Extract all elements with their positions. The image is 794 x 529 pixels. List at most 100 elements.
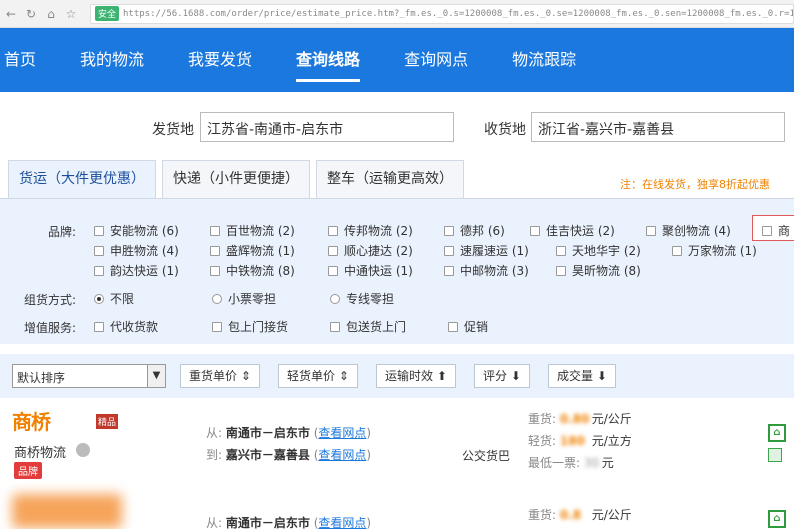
carrier-logo[interactable]: 商桥 精品 — [12, 406, 122, 436]
star-icon[interactable]: ☆ — [64, 7, 78, 21]
sort-volume-button[interactable]: 成交量 ⬇ — [548, 364, 616, 388]
checkbox-icon — [94, 321, 104, 332]
checkbox-icon — [328, 245, 338, 256]
result-row: 商桥 精品 商桥物流 品牌 从: 南通市－启东市 (查看网点) 到: 嘉兴市－嘉… — [0, 398, 794, 490]
destination-input[interactable]: 浙江省-嘉兴市-嘉善县 — [531, 112, 785, 142]
radio-icon — [330, 293, 340, 304]
brand-checkbox[interactable]: 韵达快运 (1) — [94, 262, 179, 279]
min-price: 30 — [583, 456, 600, 470]
view-outlets-link[interactable]: 查看网点 — [318, 516, 366, 529]
nav-item-home[interactable]: 首页 — [0, 28, 58, 92]
brand-checkbox[interactable]: 中邮物流 (3) — [444, 262, 529, 279]
price-block: 重货: 0.8 元/公斤 — [528, 504, 632, 526]
origin-input[interactable]: 江苏省-南通市-启东市 — [200, 112, 454, 142]
brand-checkbox[interactable]: 昊昕物流 (8) — [556, 262, 641, 279]
checkbox-icon — [556, 245, 566, 256]
mode-radio-line[interactable]: 专线零担 — [330, 290, 394, 307]
tab-express[interactable]: 快递（小件更便捷） — [162, 160, 310, 198]
service-checkbox-promo[interactable]: 促销 — [448, 318, 488, 335]
carrier-logo[interactable] — [12, 494, 122, 528]
brand-checkbox[interactable]: 盛辉物流 (1) — [210, 242, 295, 259]
service-checkbox-cod[interactable]: 代收货款 — [94, 318, 158, 335]
address-bar[interactable]: 安全 https://56.1688.com/order/price/estim… — [90, 3, 794, 24]
brand-checkbox[interactable]: 佳吉快运 (2) — [530, 222, 615, 239]
brand-checkbox[interactable]: 安能物流 (6) — [94, 222, 179, 239]
service-checkbox-delivery[interactable]: 包送货上门 — [330, 318, 406, 335]
radio-icon — [212, 293, 222, 304]
brand-checkbox[interactable]: 传邦物流 (2) — [328, 222, 413, 239]
sort-timeliness-button[interactable]: 运输时效 ⬆ — [376, 364, 456, 388]
brand-checkbox[interactable]: 百世物流 (2) — [210, 222, 295, 239]
sort-select-value: 默认排序 — [17, 371, 66, 385]
checkbox-icon — [444, 225, 454, 236]
brand-checkbox[interactable]: 顺心捷达 (2) — [328, 242, 413, 259]
service-checkbox-pickup[interactable]: 包上门接货 — [212, 318, 288, 335]
security-badge: 安全 — [95, 6, 120, 21]
checkbox-icon — [444, 245, 454, 256]
carrier-name[interactable]: 商桥物流 — [14, 442, 66, 461]
brand-checkbox[interactable]: 申胜物流 (4) — [94, 242, 179, 259]
nav-item-query-routes[interactable]: 查询线路 — [274, 28, 382, 92]
brand-checkbox[interactable]: 天地华宇 (2) — [556, 242, 641, 259]
mode-radio-any[interactable]: 不限 — [94, 290, 134, 307]
checkbox-icon — [210, 225, 220, 236]
sort-rating-button[interactable]: 评分 ⬇ — [474, 364, 530, 388]
sort-bar: 默认排序 ▼ 重货单价 ⇕ 轻货单价 ⇕ 运输时效 ⬆ 评分 ⬇ 成交量 ⬇ — [0, 354, 794, 398]
browser-toolbar: ← ↻ ⌂ ☆ 安全 https://56.1688.com/order/pri… — [0, 0, 794, 28]
checkbox-icon — [330, 321, 340, 332]
checkbox-icon — [672, 245, 682, 256]
sort-heavy-price-button[interactable]: 重货单价 ⇕ — [180, 364, 260, 388]
house-icon[interactable]: ⌂ — [768, 424, 786, 442]
checkbox-icon — [762, 225, 772, 236]
view-outlets-link[interactable]: 查看网点 — [318, 426, 366, 440]
checkbox-icon — [444, 265, 454, 276]
tab-freight[interactable]: 货运（大件更优惠） — [8, 160, 156, 198]
back-icon[interactable]: ← — [4, 7, 18, 21]
nav-item-my-logistics[interactable]: 我的物流 — [58, 28, 166, 92]
destination-label: 收货地 — [484, 122, 526, 138]
checkbox-icon — [530, 225, 540, 236]
chevron-down-icon: ▼ — [147, 365, 165, 387]
nav-item-ship[interactable]: 我要发货 — [166, 28, 274, 92]
brand-checkbox[interactable]: 聚创物流 (4) — [646, 222, 731, 239]
brand-checkbox[interactable]: 中铁物流 (8) — [210, 262, 295, 279]
checkbox-icon — [210, 245, 220, 256]
mode-radio-small[interactable]: 小票零担 — [212, 290, 276, 307]
brand-checkbox[interactable]: 德邦 (6) — [444, 222, 505, 239]
price-block: 重货: 0.80 元/公斤 轻货: 180 元/立方 最低一票: 30 元 — [528, 408, 632, 474]
brand-checkbox[interactable]: 万家物流 (1) — [672, 242, 757, 259]
mode-label: 组货方式: — [24, 293, 77, 307]
checkbox-icon — [94, 265, 104, 276]
house-icon[interactable]: ⌂ — [768, 510, 786, 528]
sort-select[interactable]: 默认排序 ▼ — [12, 364, 166, 388]
light-price: 180 — [559, 434, 585, 448]
view-outlets-link[interactable]: 查看网点 — [318, 448, 366, 462]
checkbox-icon — [556, 265, 566, 276]
brand-checkbox[interactable]: 商 — [762, 222, 790, 239]
nav-item-tracking[interactable]: 物流跟踪 — [490, 28, 598, 92]
nav-item-query-outlets[interactable]: 查询网点 — [382, 28, 490, 92]
heavy-price: 0.80 — [559, 412, 590, 426]
brand-checkbox[interactable]: 速履速运 (1) — [444, 242, 529, 259]
origin-label: 发货地 — [152, 122, 194, 138]
result-row: 从: 南通市－启东市 (查看网点) 重货: 0.8 元/公斤 ⌂ — [0, 490, 794, 529]
certified-icon — [76, 443, 90, 457]
brand-label: 品牌: — [48, 225, 77, 239]
badge-icon — [768, 448, 782, 462]
sort-light-price-button[interactable]: 轻货单价 ⇕ — [278, 364, 358, 388]
origin-destination-row: 发货地 江苏省-南通市-启东市 收货地 浙江省-嘉兴市-嘉善县 — [0, 112, 794, 144]
service-tabs: 货运（大件更优惠） 快递（小件更便捷） 整车（运输更高效） — [8, 160, 470, 198]
checkbox-icon — [328, 265, 338, 276]
brand-checkbox[interactable]: 中通快运 (1) — [328, 262, 413, 279]
tab-full-truck[interactable]: 整车（运输更高效） — [316, 160, 464, 198]
checkbox-icon — [328, 225, 338, 236]
home-icon[interactable]: ⌂ — [44, 7, 58, 21]
promo-note: 注：在线发货，独享8折起优惠 — [620, 178, 770, 191]
checkbox-icon — [646, 225, 656, 236]
refresh-icon[interactable]: ↻ — [24, 7, 38, 21]
route-to: 到: 嘉兴市－嘉善县 (查看网点) — [206, 448, 372, 462]
radio-checked-icon — [94, 293, 104, 304]
route-from: 从: 南通市－启东市 (查看网点) — [206, 426, 372, 440]
checkbox-icon — [94, 225, 104, 236]
url-text: https://56.1688.com/order/price/estimate… — [123, 8, 793, 19]
